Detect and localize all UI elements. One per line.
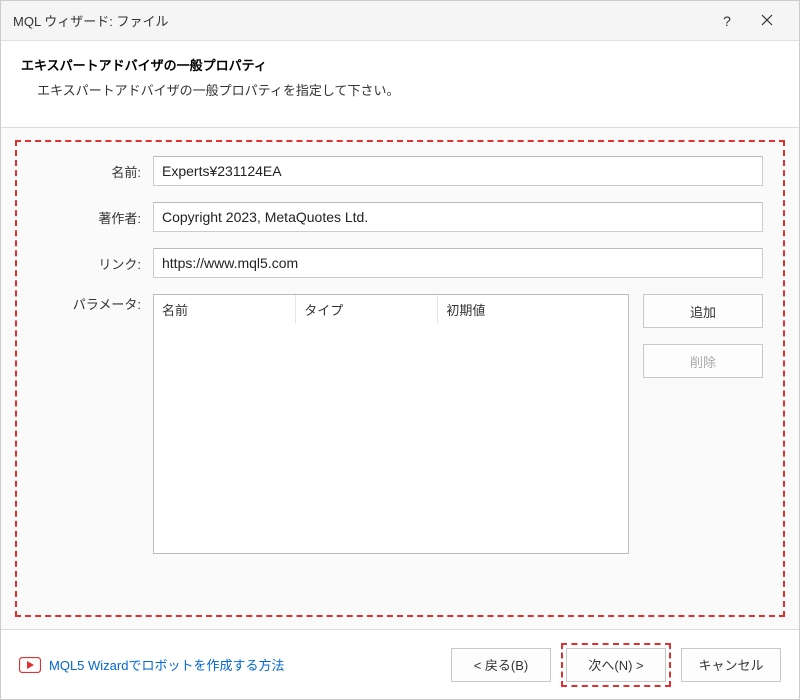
params-buttons: 追加 削除: [643, 294, 763, 554]
link-label: リンク:: [23, 254, 153, 273]
params-area: 名前 タイプ 初期値 追加 削除: [153, 294, 763, 554]
page-subheading: エキスパートアドバイザの一般プロパティを指定して下さい。: [21, 80, 779, 99]
help-icon: ?: [723, 13, 731, 29]
row-link: リンク:: [23, 248, 763, 278]
author-input[interactable]: [153, 202, 763, 232]
window-title: MQL ウィザード: ファイル: [13, 11, 707, 30]
titlebar: MQL ウィザード: ファイル ?: [1, 1, 799, 41]
footer: MQL5 Wizardでロボットを作成する方法 < 戻る(B) 次へ(N) > …: [1, 629, 799, 699]
youtube-icon: [19, 657, 41, 673]
author-label: 著作者:: [23, 208, 153, 227]
highlighted-next-wrap: 次へ(N) >: [561, 643, 671, 687]
add-button[interactable]: 追加: [643, 294, 763, 328]
help-link[interactable]: MQL5 Wizardでロボットを作成する方法: [49, 655, 284, 674]
col-type: タイプ: [296, 295, 438, 323]
col-default: 初期値: [438, 295, 628, 323]
link-input[interactable]: [153, 248, 763, 278]
name-input[interactable]: [153, 156, 763, 186]
highlighted-form-area: 名前: 著作者: リンク: パラメータ: 名前 タイプ 初: [15, 140, 785, 617]
params-table[interactable]: 名前 タイプ 初期値: [153, 294, 629, 554]
page-heading: エキスパートアドバイザの一般プロパティ: [21, 55, 779, 74]
params-label: パラメータ:: [23, 294, 153, 313]
wizard-window: MQL ウィザード: ファイル ? エキスパートアドバイザの一般プロパティ エキ…: [0, 0, 800, 700]
next-button[interactable]: 次へ(N) >: [566, 648, 666, 682]
close-button[interactable]: [747, 1, 787, 41]
help-button[interactable]: ?: [707, 1, 747, 41]
params-table-header: 名前 タイプ 初期値: [154, 295, 628, 323]
cancel-button[interactable]: キャンセル: [681, 648, 781, 682]
footer-left: MQL5 Wizardでロボットを作成する方法: [19, 655, 441, 674]
header-panel: エキスパートアドバイザの一般プロパティ エキスパートアドバイザの一般プロパティを…: [1, 41, 799, 128]
row-author: 著作者:: [23, 202, 763, 232]
row-params: パラメータ: 名前 タイプ 初期値 追加 削除: [23, 294, 763, 554]
row-name: 名前:: [23, 156, 763, 186]
delete-button: 削除: [643, 344, 763, 378]
col-name: 名前: [154, 295, 296, 323]
name-label: 名前:: [23, 162, 153, 181]
back-button[interactable]: < 戻る(B): [451, 648, 551, 682]
body-area: 名前: 著作者: リンク: パラメータ: 名前 タイプ 初: [1, 128, 799, 629]
close-icon: [761, 13, 773, 29]
